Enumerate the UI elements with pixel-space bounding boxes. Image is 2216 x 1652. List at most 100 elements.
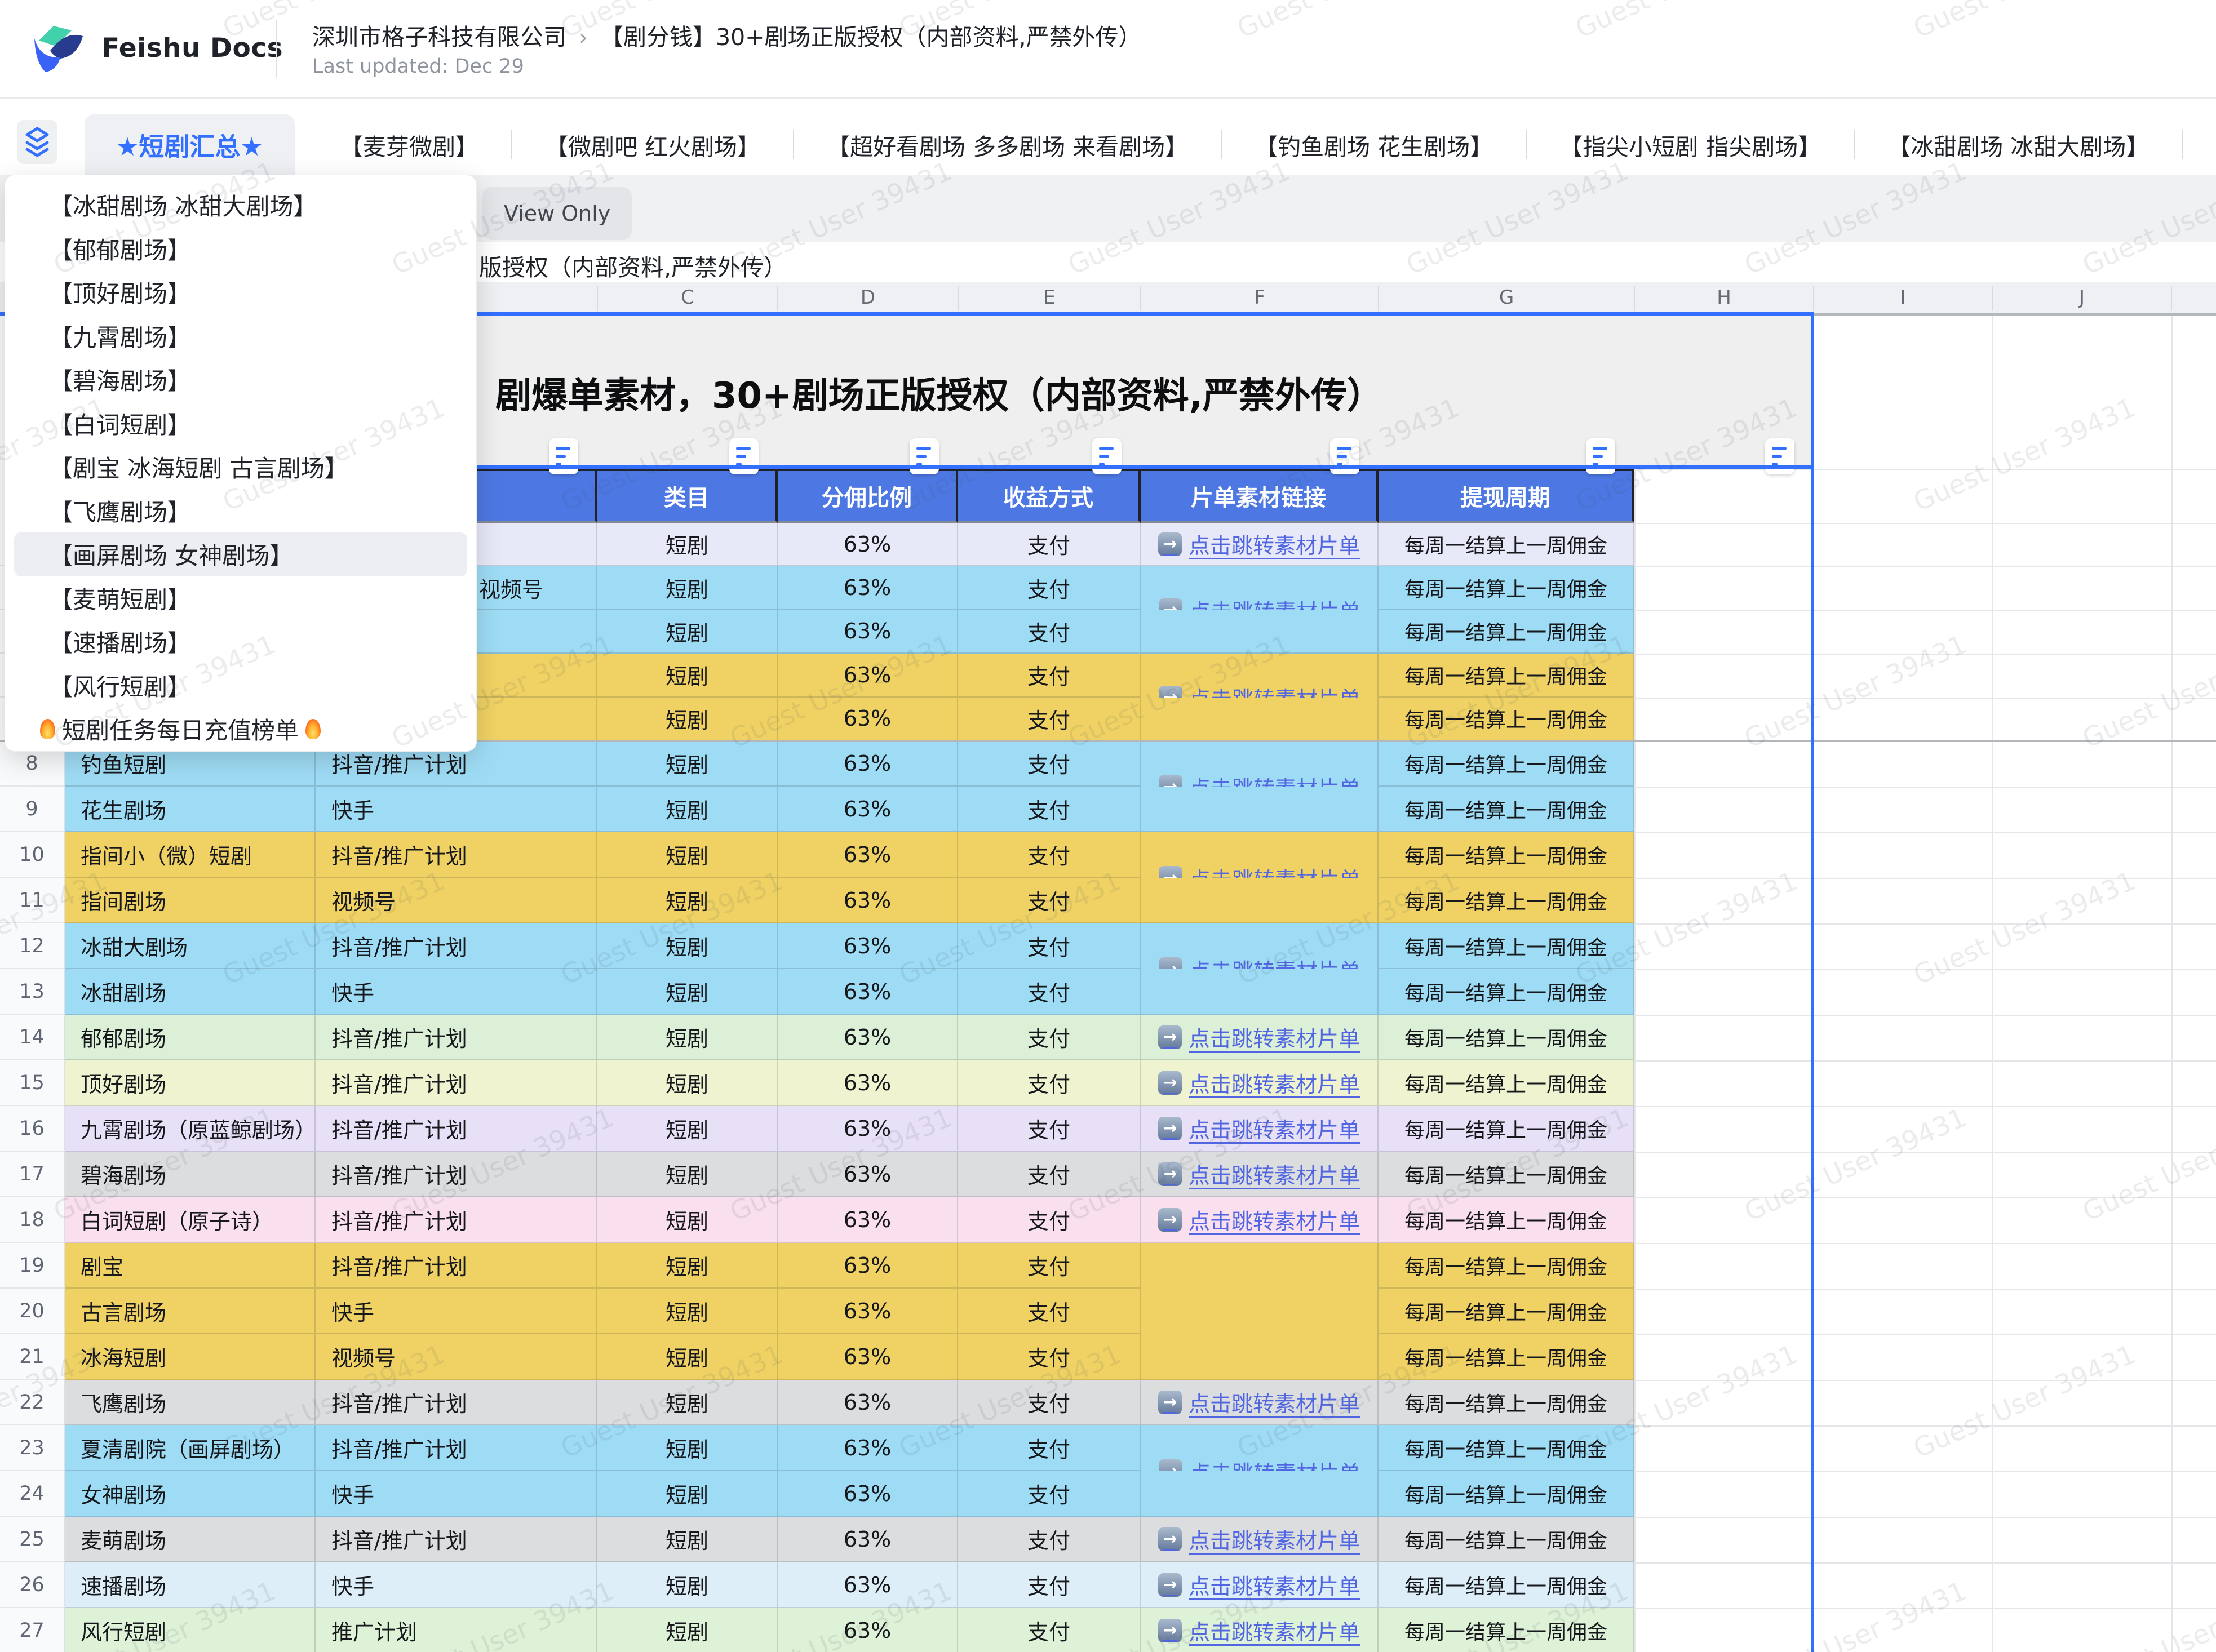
column-header-E[interactable]: E	[958, 282, 1141, 313]
sheet-tab[interactable]: 【冰甜剧场 冰甜大剧场】	[1855, 128, 2182, 162]
cell-settlement-period: 每周一结算上一周佣金	[1379, 610, 1634, 654]
cell-material-link[interactable]: →点击跳转素材片单	[1141, 1015, 1379, 1060]
cell-category: 短剧	[597, 566, 778, 610]
column-separator	[777, 286, 778, 311]
material-link[interactable]: →点击跳转素材片单	[1158, 1022, 1360, 1053]
material-link[interactable]: →点击跳转素材片单	[1158, 1158, 1360, 1189]
material-link[interactable]: →点击跳转素材片单	[1158, 1067, 1360, 1098]
cell-commission-ratio: 63%	[778, 878, 958, 923]
column-header-G[interactable]: G	[1379, 282, 1634, 313]
cell-category: 短剧	[597, 1015, 778, 1060]
cell-income-type: 支付	[958, 878, 1141, 923]
dropdown-item[interactable]: 【麦萌短剧】	[14, 576, 467, 620]
sheet-tab[interactable]: 【指尖小短剧 指尖剧场】	[1527, 128, 1854, 162]
cell-material-link[interactable]	[1141, 698, 1379, 741]
cell-material-link[interactable]: →点击跳转素材片单	[1141, 1060, 1379, 1106]
cell-material-link[interactable]: →点击跳转素材片单	[1141, 1197, 1379, 1243]
gridline	[1634, 523, 2216, 524]
sheet-tab[interactable]: 【麦芽微剧】	[307, 128, 511, 162]
dropdown-item[interactable]: 【画屏剧场 女神剧场】	[14, 532, 467, 576]
cell-material-link[interactable]: →点击跳转素材片单	[1141, 1517, 1379, 1562]
dropdown-item[interactable]: 【顶好剧场】	[14, 270, 467, 314]
gridline	[1634, 610, 2216, 611]
cell-platform: 快手	[316, 787, 597, 832]
gridline	[1634, 1243, 2216, 1244]
feishu-logo-icon	[31, 21, 87, 78]
cell-material-link[interactable]	[1141, 610, 1379, 654]
material-link-label: 点击跳转素材片单	[1189, 529, 1360, 559]
cell-theater-name: 冰海短剧	[65, 1334, 316, 1380]
breadcrumb-doc-title[interactable]: 【剧分钱】30+剧场正版授权（内部资料,严禁外传）	[600, 24, 1142, 51]
material-link[interactable]: →点击跳转素材片单	[1158, 1615, 1360, 1646]
tab-summary-active[interactable]: ★短剧汇总★	[85, 114, 295, 175]
column-separator	[1813, 286, 1814, 311]
cell-theater-name: 速播剧场	[65, 1562, 316, 1608]
cell-material-link[interactable]	[1141, 969, 1379, 1015]
cell-commission-ratio: 63%	[778, 566, 958, 610]
cell-material-link[interactable]	[1141, 878, 1379, 923]
row-number: 19	[0, 1243, 65, 1289]
sheet-list-button[interactable]	[17, 120, 57, 164]
material-link-label: 点击跳转素材片单	[1189, 1067, 1360, 1098]
dropdown-item[interactable]: 【飞鹰剧场】	[14, 489, 467, 533]
dropdown-item[interactable]: 【速播剧场】	[14, 620, 467, 664]
row-number: 15	[0, 1060, 65, 1106]
dropdown-item[interactable]: 【郁郁剧场】	[14, 227, 467, 271]
sheet-tab[interactable]: 【钓鱼剧场 花生剧场】	[1222, 128, 1526, 162]
column-header-C[interactable]: C	[597, 282, 778, 313]
column-header-J[interactable]: J	[1992, 282, 2171, 313]
column-separator	[1140, 286, 1141, 311]
cell-material-link[interactable]: →点击跳转素材片单	[1141, 1562, 1379, 1608]
cell-platform: 抖音/推广计划	[316, 1425, 597, 1471]
cell-material-link[interactable]	[1141, 1289, 1379, 1334]
sheet-tab[interactable]: 【郁郁剧场】	[2183, 128, 2216, 162]
material-link[interactable]: →点击跳转素材片单	[1158, 1569, 1360, 1600]
material-link-label: 点击跳转素材片单	[1189, 1387, 1360, 1418]
gridline	[1634, 654, 2216, 655]
sheet-name-text: 版授权（内部资料,严禁外传）	[479, 248, 787, 282]
cell-income-type: 支付	[958, 1289, 1141, 1334]
material-link[interactable]: →点击跳转素材片单	[1158, 1387, 1360, 1418]
material-link[interactable]: →点击跳转素材片单	[1158, 1113, 1360, 1144]
column-header-H[interactable]: H	[1634, 282, 1814, 313]
column-separator	[1634, 286, 1635, 311]
dropdown-item[interactable]: 【白词短剧】	[14, 402, 467, 446]
cell-material-link[interactable]	[1141, 1471, 1379, 1517]
dropdown-item[interactable]: 【碧海剧场】	[14, 358, 467, 402]
cell-material-link[interactable]: →点击跳转素材片单	[1141, 1152, 1379, 1197]
dropdown-item[interactable]: 短剧任务每日充值榜单	[14, 707, 467, 751]
cell-material-link[interactable]	[1141, 1334, 1379, 1380]
cell-settlement-period: 每周一结算上一周佣金	[1379, 1197, 1634, 1243]
cell-category: 短剧	[597, 741, 778, 787]
cell-material-link[interactable]: →点击跳转素材片单	[1141, 1608, 1379, 1652]
cell-settlement-period: 每周一结算上一周佣金	[1379, 1243, 1634, 1289]
material-link[interactable]: →点击跳转素材片单	[1158, 1204, 1360, 1235]
gridline	[1634, 1197, 2216, 1198]
dropdown-item[interactable]: 【剧宝 冰海短剧 古言剧场】	[14, 445, 467, 489]
sheet-tab[interactable]: 【超好看剧场 多多剧场 来看剧场】	[794, 128, 1221, 162]
column-header-D[interactable]: D	[778, 282, 958, 313]
cell-income-type: 支付	[958, 1608, 1141, 1652]
row-number: 25	[0, 1517, 65, 1562]
cell-material-link[interactable]: →点击跳转素材片单	[1141, 1380, 1379, 1425]
column-header-I[interactable]: I	[1814, 282, 1992, 313]
dropdown-item[interactable]: 【冰甜剧场 冰甜大剧场】	[14, 183, 467, 227]
layers-icon	[24, 127, 51, 157]
column-separator	[1378, 286, 1379, 311]
material-link[interactable]: →点击跳转素材片单	[1158, 529, 1360, 559]
row-number: 11	[0, 878, 65, 923]
cell-settlement-period: 每周一结算上一周佣金	[1379, 1562, 1634, 1608]
dropdown-item[interactable]: 【风行短剧】	[14, 664, 467, 708]
row-number: 21	[0, 1334, 65, 1380]
material-link[interactable]: →点击跳转素材片单	[1158, 1524, 1360, 1555]
cell-material-link[interactable]: →点击跳转素材片单	[1141, 523, 1379, 566]
cell-commission-ratio: 63%	[778, 1152, 958, 1197]
cell-material-link[interactable]: →点击跳转素材片单	[1141, 1106, 1379, 1152]
dropdown-item[interactable]: 【九霄剧场】	[14, 314, 467, 358]
cell-material-link[interactable]	[1141, 787, 1379, 832]
column-header-F[interactable]: F	[1141, 282, 1379, 313]
gridline	[1634, 1334, 2216, 1335]
breadcrumb-company[interactable]: 深圳市格子科技有限公司	[312, 24, 566, 51]
cell-category: 短剧	[597, 1197, 778, 1243]
sheet-tab[interactable]: 【微剧吧 红火剧场】	[512, 128, 793, 162]
